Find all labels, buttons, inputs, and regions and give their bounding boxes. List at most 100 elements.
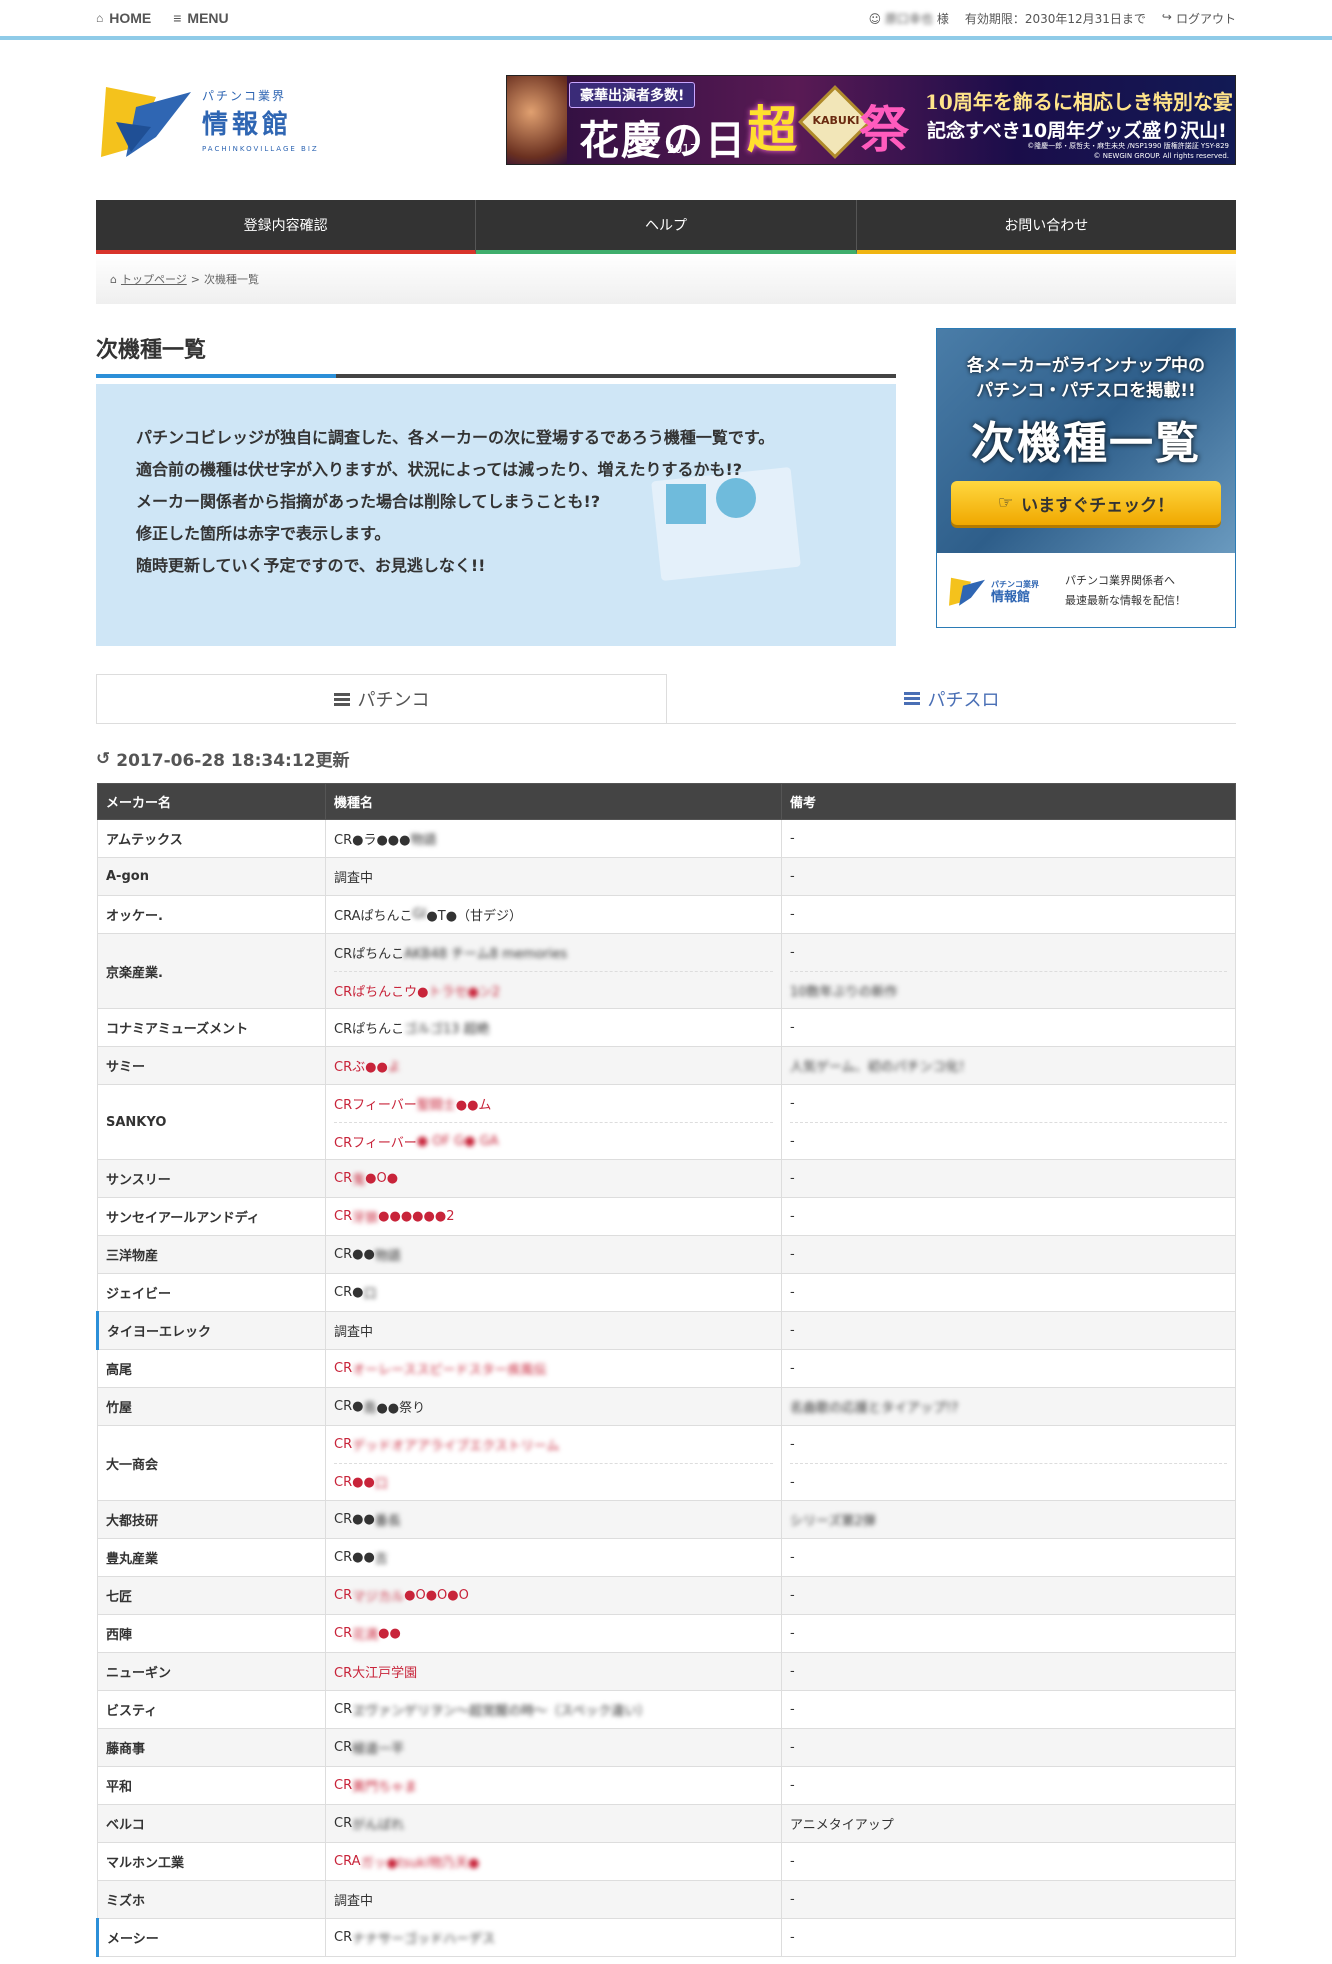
tab-pachislot-label: パチスロ bbox=[927, 689, 1000, 711]
sidebar-banner[interactable]: 各メーカーがラインナップ中の パチンコ・パチスロを掲載!! 次機種一覧 ☞ います… bbox=[936, 328, 1236, 628]
nav-registration[interactable]: 登録内容確認 bbox=[96, 200, 477, 254]
menu-icon: ≡ bbox=[173, 10, 182, 26]
maker-cell: 京楽産業. bbox=[97, 933, 326, 1009]
machine-cell: CR 黄門ちゃま bbox=[325, 1766, 782, 1805]
maker-cell: 大都技研 bbox=[97, 1500, 326, 1539]
history-icon: ↺ bbox=[96, 748, 111, 769]
machine-name: 調査中 bbox=[334, 858, 773, 895]
table-row: メーシー CR ナナサーゴッドハーデス - bbox=[96, 1918, 1236, 1957]
breadcrumb-home-link[interactable]: トップページ bbox=[121, 271, 187, 287]
tab-pachislot[interactable]: パチスロ bbox=[667, 674, 1236, 723]
machine-name-text: CRぱちんこ bbox=[334, 947, 405, 962]
logo-roman-text: PACHINKOVILLAGE BIZ bbox=[202, 145, 319, 153]
sidebar-cta-button[interactable]: ☞ いますぐチェック！ bbox=[951, 481, 1221, 525]
masked-text: ヱヴァンゲリヲン～超覚醒の時～（スペック違い） bbox=[352, 1704, 651, 1719]
machine-name-text: CR bbox=[334, 1930, 353, 1945]
note-cell: - bbox=[781, 1197, 1236, 1236]
machine-name-text: CR bbox=[334, 1171, 353, 1186]
table-row: サンスリー CR 鬼 ●O● - bbox=[97, 1159, 1236, 1198]
machine-name-text: 調査中 bbox=[334, 871, 374, 886]
header-ad-banner[interactable]: 豪華出演者多数! 花慶の日 2017 超 KABUKI 祭 10周年を飾るに相応… bbox=[506, 75, 1236, 165]
intro-line-4: 修正した箇所は赤字で表示します。 bbox=[136, 524, 391, 543]
machine-name-tail: ●T●（甘デジ） bbox=[426, 909, 523, 924]
table-row: 三洋物産 CR●● 物語 - bbox=[97, 1235, 1236, 1274]
menu-link[interactable]: ≡ MENU bbox=[173, 10, 228, 26]
machine-name-tail: ●●●●●●2 bbox=[378, 1209, 455, 1224]
maker-cell: 竹屋 bbox=[97, 1387, 326, 1426]
tab-pachinko-label: パチンコ bbox=[357, 690, 430, 711]
masked-text: 極道一平 bbox=[352, 1742, 405, 1757]
table-row: 西陣 CR 花満 ●● - bbox=[97, 1614, 1236, 1653]
note-cell: -- bbox=[781, 1425, 1236, 1501]
note-text: - bbox=[790, 1096, 795, 1111]
maker-cell: ミズホ bbox=[97, 1880, 326, 1919]
machine-name: CRフィーバー 聖闘士 ●●ム bbox=[334, 1085, 773, 1122]
machine-name-text: CR●● bbox=[334, 1247, 375, 1262]
nav-contact[interactable]: お問い合わせ bbox=[856, 200, 1236, 254]
note-cell: - bbox=[781, 1880, 1236, 1919]
note-text: - bbox=[790, 1209, 795, 1224]
banner-kabuki-text: KABUKI bbox=[812, 114, 860, 127]
note-cell: - bbox=[781, 1008, 1236, 1047]
masked-note: 10数年ぶりの新作 bbox=[790, 984, 898, 1000]
site-logo[interactable]: パチンコ業界 情報館 PACHINKOVILLAGE BIZ bbox=[96, 75, 319, 165]
note-cell: - 10数年ぶりの新作 bbox=[781, 933, 1236, 1009]
table-row: 七匠 CR マジカル ●O●O●O - bbox=[97, 1576, 1236, 1615]
masked-text: よ bbox=[387, 1060, 401, 1075]
tab-pachinko[interactable]: パチンコ bbox=[96, 674, 667, 723]
masked-text: 黄門ちゃま bbox=[352, 1780, 418, 1795]
menu-label: MENU bbox=[187, 10, 229, 26]
sidebar-desc2: 最速最新な情報を配信！ bbox=[1065, 594, 1186, 607]
note-cell: - bbox=[781, 1728, 1236, 1767]
machine-name-text: CRA bbox=[334, 1854, 361, 1869]
updated-timestamp: ↺ 2017-06-28 18:34:12更新 bbox=[96, 746, 1236, 772]
banner-matsuri: 祭 bbox=[859, 101, 909, 159]
note-text: - bbox=[790, 1588, 795, 1603]
banner-character-image bbox=[507, 76, 567, 164]
home-link[interactable]: ⌂ HOME bbox=[96, 10, 151, 26]
machine-name-text: CR●● bbox=[334, 1474, 375, 1490]
machine-name-tail: ●●祭り bbox=[376, 1401, 426, 1416]
table-row: マルホン工業 CRA ガッ●tsuki物乃天● - bbox=[97, 1842, 1236, 1881]
machine-name: CR 極道一平 bbox=[334, 1729, 773, 1766]
note-cell: - bbox=[781, 1614, 1236, 1653]
machine-cell: CRA ガッ●tsuki物乃天● bbox=[325, 1842, 782, 1881]
sidebar-mini-small: パチンコ業界 bbox=[991, 579, 1039, 589]
machine-name: 調査中 bbox=[334, 1881, 773, 1918]
user-suffix: 様 bbox=[936, 11, 949, 26]
header-note: 備考 bbox=[781, 783, 1236, 820]
note-text: - bbox=[790, 1171, 795, 1186]
main-column: 次機種一覧 パチンコビレッジが独自に調査した、各メーカーの次に登場するであろう機… bbox=[96, 328, 896, 646]
masked-text: 聖闘士 bbox=[416, 1098, 456, 1113]
machine-name-text: 調査中 bbox=[334, 1325, 374, 1340]
maker-cell: 七匠 bbox=[97, 1576, 326, 1615]
pointer-hand-icon: ☞ bbox=[997, 493, 1014, 513]
machine-cell: CR大江戸学園 bbox=[325, 1652, 782, 1691]
note-cell: - bbox=[781, 1311, 1236, 1350]
maker-cell: 藤商事 bbox=[97, 1728, 326, 1767]
maker-cell: オッケー. bbox=[97, 895, 326, 934]
machine-cell: CR がんばれ bbox=[325, 1804, 782, 1843]
nav-help[interactable]: ヘルプ bbox=[476, 200, 857, 254]
note-cell: -- bbox=[781, 1084, 1236, 1160]
expiry-text: 有効期限：2030年12月31日まで bbox=[964, 11, 1146, 26]
note-cell: - bbox=[781, 1538, 1236, 1577]
note-text: - bbox=[790, 1247, 795, 1262]
machine-name: CR● 口 bbox=[334, 1274, 773, 1311]
machine-cell: CRフィーバー 聖闘士 ●●ム CRフィーバー ● OF G● GA bbox=[325, 1084, 782, 1160]
header: パチンコ業界 情報館 PACHINKOVILLAGE BIZ 豪華出演者多数! … bbox=[96, 40, 1236, 200]
machine-cell: CR ヱヴァンゲリヲン～超覚醒の時～（スペック違い） bbox=[325, 1690, 782, 1729]
banner-line2: 記念すべき10周年グッズ盛り沢山! bbox=[927, 120, 1227, 142]
note-text: 名曲歌の応援とタイアップ!? bbox=[790, 1388, 1227, 1425]
machine-cell: CRAぱちんこ GI ●T●（甘デジ） bbox=[325, 895, 782, 934]
sidebar-line1b: パチンコ・パチスロを掲載!! bbox=[976, 381, 1196, 401]
note-text: - bbox=[790, 945, 795, 960]
table-row: 高尾 CR オーレーススピードスター疾風伝 - bbox=[97, 1349, 1236, 1388]
note-text: - bbox=[790, 1930, 795, 1945]
machine-name: CR● 島 ●●祭り bbox=[334, 1388, 773, 1425]
table-row: 竹屋 CR● 島 ●●祭り 名曲歌の応援とタイアップ!? bbox=[97, 1387, 1236, 1426]
masked-note: 人気ゲーム、初のパチンコ化！ bbox=[790, 1060, 972, 1075]
logout-link[interactable]: ↪ ログアウト bbox=[1162, 10, 1236, 27]
masked-text: AKB48 チーム8 memories bbox=[404, 947, 568, 962]
machine-name: CR●ラ●●● 物語 bbox=[334, 820, 773, 857]
